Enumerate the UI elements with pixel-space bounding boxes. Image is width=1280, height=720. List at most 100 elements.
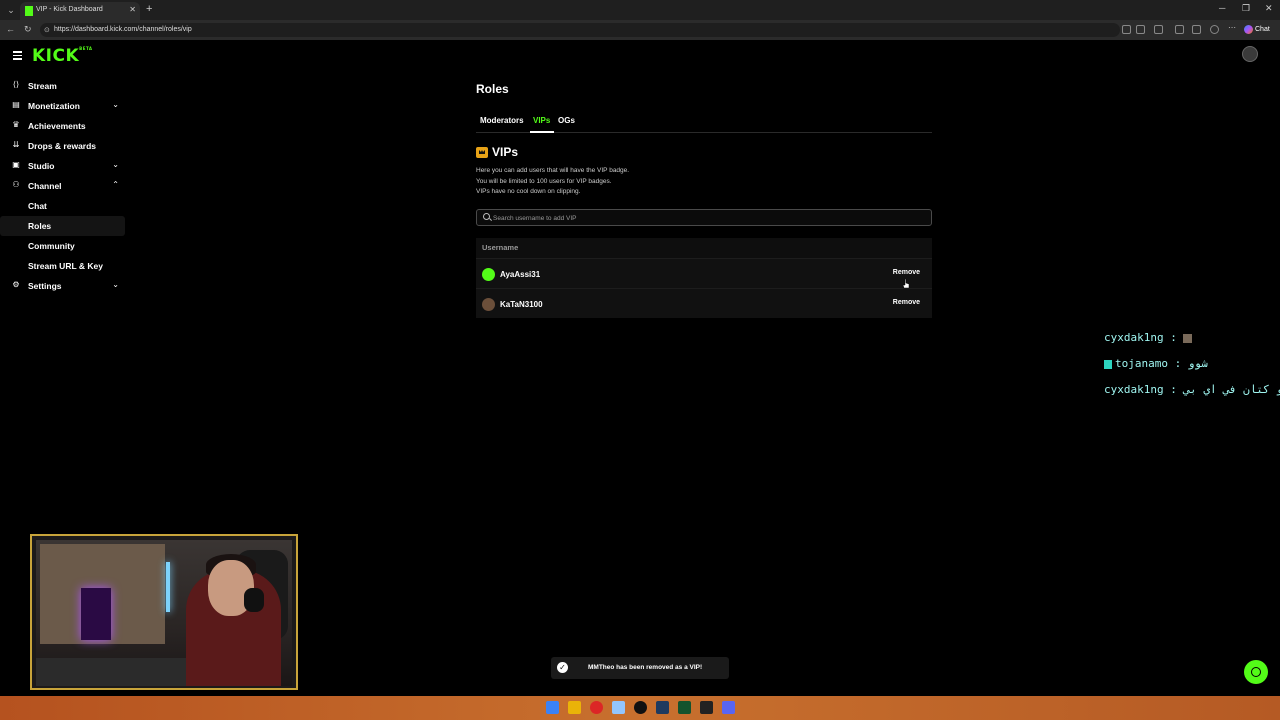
user-avatar[interactable]: [1242, 46, 1258, 62]
search-input[interactable]: [493, 212, 913, 224]
sidebar-item-studio[interactable]: ▣ Studio ⌄: [0, 156, 125, 176]
username[interactable]: KaTaN3100: [500, 300, 543, 309]
sidebar-item-achievements[interactable]: ♛ Achievements: [0, 116, 125, 136]
new-tab-icon[interactable]: +: [146, 3, 152, 15]
kick-favicon-icon: [25, 6, 33, 16]
channel-icon: ⚇: [12, 180, 20, 189]
stream-overlay-chat: cyxdak1ng : tojanamo : شوو cyxdak1ng : ل…: [1104, 331, 1280, 409]
active-tab-indicator: [530, 131, 554, 133]
start-icon[interactable]: [546, 701, 559, 714]
chat-username: cyxdak1ng: [1104, 383, 1164, 396]
tab-list-chevron-icon[interactable]: ⌄: [4, 3, 18, 17]
chat-message: شوو: [1187, 357, 1208, 370]
discord-icon[interactable]: [722, 701, 735, 714]
gear-icon: ⚙: [12, 280, 20, 289]
remove-button[interactable]: Remove: [893, 299, 920, 306]
browser-tab[interactable]: VIP - Kick Dashboard ✕: [20, 2, 140, 20]
monetization-icon: ▤: [12, 100, 20, 109]
chevron-up-icon: ⌃: [112, 180, 119, 189]
chat-username: cyxdak1ng: [1104, 331, 1164, 344]
vip-crown-icon: [476, 147, 488, 158]
tab-close-icon[interactable]: ✕: [129, 5, 136, 14]
stream-icon: ⟨⟩: [12, 80, 20, 89]
toast-notification: ✓ MMTheo has been removed as a VIP!: [551, 657, 729, 679]
sidebar-item-label: Stream URL & Key: [28, 261, 103, 271]
minimize-icon[interactable]: ─: [1219, 3, 1225, 13]
remove-button[interactable]: Remove: [893, 269, 920, 276]
kick-logo[interactable]: KICKBETA: [32, 46, 92, 66]
app-icon[interactable]: [590, 701, 603, 714]
chevron-down-icon: ⌄: [112, 100, 119, 109]
help-chat-icon[interactable]: [1244, 660, 1268, 684]
reload-icon[interactable]: ↻: [24, 24, 32, 35]
profile-icon[interactable]: [1210, 25, 1219, 34]
tab-vips[interactable]: VIPs: [533, 116, 550, 125]
search-icon: [483, 213, 490, 220]
sidebar-item-label: Roles: [28, 221, 52, 231]
app-icon[interactable]: [700, 701, 713, 714]
sidebar-item-chat[interactable]: Chat: [0, 196, 125, 216]
site-info-icon[interactable]: ⊙: [44, 26, 50, 34]
sidebar-item-monetization[interactable]: ▤ Monetization ⌄: [0, 96, 125, 116]
check-circle-icon: ✓: [557, 662, 568, 673]
user-avatar-icon: [482, 268, 495, 281]
sidebar-item-stream-url-key[interactable]: Stream URL & Key: [0, 256, 125, 276]
app-icon[interactable]: [678, 701, 691, 714]
restore-icon[interactable]: ❐: [1242, 3, 1250, 14]
extensions-icon[interactable]: [1154, 25, 1163, 34]
url-field[interactable]: ⊙ https://dashboard.kick.com/channel/rol…: [40, 23, 1120, 37]
emote-icon: [1183, 333, 1193, 343]
url-text: https://dashboard.kick.com/channel/roles…: [54, 26, 192, 33]
sidebar-item-channel[interactable]: ⚇ Channel ⌃: [0, 176, 125, 196]
table-header: Username: [476, 238, 932, 258]
sidebar-item-roles[interactable]: Roles: [0, 216, 125, 236]
file-explorer-icon[interactable]: [568, 701, 581, 714]
back-icon[interactable]: ←: [6, 24, 15, 34]
search-vip-field[interactable]: [476, 209, 932, 226]
username[interactable]: AyaAssi31: [500, 270, 540, 279]
tab-moderators[interactable]: Moderators: [480, 116, 524, 125]
overlay-chat-line: cyxdak1ng :: [1104, 331, 1274, 357]
sidebar-item-community[interactable]: Community: [0, 236, 125, 256]
edge-icon[interactable]: [612, 701, 625, 714]
chat-badge-icon: [1104, 359, 1112, 369]
chevron-down-icon: ⌄: [112, 160, 119, 169]
sidebar-item-label: Settings: [28, 281, 62, 291]
webcam-overlay: [30, 534, 298, 690]
favorites-icon[interactable]: [1175, 25, 1184, 34]
trophy-icon: ♛: [12, 120, 20, 129]
sidebar-item-label: Community: [28, 241, 75, 251]
table-row: KaTaN3100 Remove: [476, 288, 932, 318]
user-avatar-icon: [482, 298, 495, 311]
copilot-chat-button[interactable]: Chat: [1244, 23, 1276, 37]
sidebar-item-drops[interactable]: ⇊ Drops & rewards: [0, 136, 125, 156]
read-aloud-icon[interactable]: [1122, 25, 1131, 34]
hand-cursor-icon: [903, 279, 910, 289]
steam-icon[interactable]: [656, 701, 669, 714]
collections-icon[interactable]: [1192, 25, 1201, 34]
sidebar-item-label: Channel: [28, 181, 62, 191]
vip-heading-title: VIPs: [492, 145, 519, 159]
vip-description: Here you can add users that will have th…: [476, 166, 629, 198]
logo-text: KICK: [32, 46, 80, 66]
sidebar-item-settings[interactable]: ⚙ Settings ⌄: [0, 276, 125, 296]
description-line: Here you can add users that will have th…: [476, 167, 630, 174]
window-close-icon[interactable]: ✕: [1265, 3, 1273, 14]
hamburger-menu-icon[interactable]: [13, 51, 22, 60]
tab-ogs[interactable]: OGs: [558, 116, 575, 125]
windows-taskbar: [0, 696, 1280, 720]
favorite-star-icon[interactable]: [1136, 25, 1145, 34]
sidebar-item-label: Chat: [28, 201, 47, 211]
overlay-chat-line: cyxdak1ng : ليش ثيو و كتان في اي بي: [1104, 383, 1280, 409]
obs-icon[interactable]: [634, 701, 647, 714]
toast-message: MMTheo has been removed as a VIP!: [588, 664, 703, 671]
copilot-icon: [1244, 24, 1253, 34]
chat-username: tojanamo: [1115, 357, 1168, 370]
address-bar-row: ← ↻ ⊙ https://dashboard.kick.com/channel…: [0, 20, 1280, 40]
page-title: Roles: [476, 82, 509, 96]
description-line: VIPs have no cool down on clipping.: [476, 188, 581, 195]
chat-button-label: Chat: [1255, 26, 1270, 33]
sidebar-item-stream[interactable]: ⟨⟩ Stream: [0, 76, 125, 96]
more-menu-icon[interactable]: ⋯: [1228, 24, 1237, 34]
sidebar-item-label: Drops & rewards: [28, 141, 97, 151]
